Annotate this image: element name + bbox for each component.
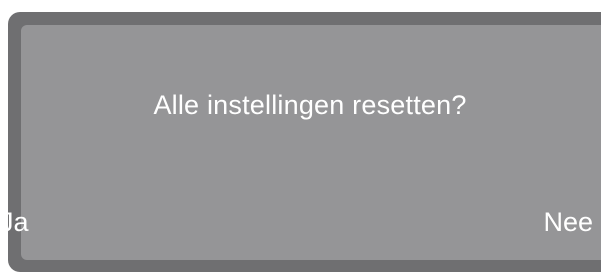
reset-confirmation-message: Alle instellingen resetten? [153,90,467,120]
no-button[interactable]: Nee [543,207,593,238]
display-screen [21,25,601,260]
yes-button[interactable]: Ja [0,207,29,238]
